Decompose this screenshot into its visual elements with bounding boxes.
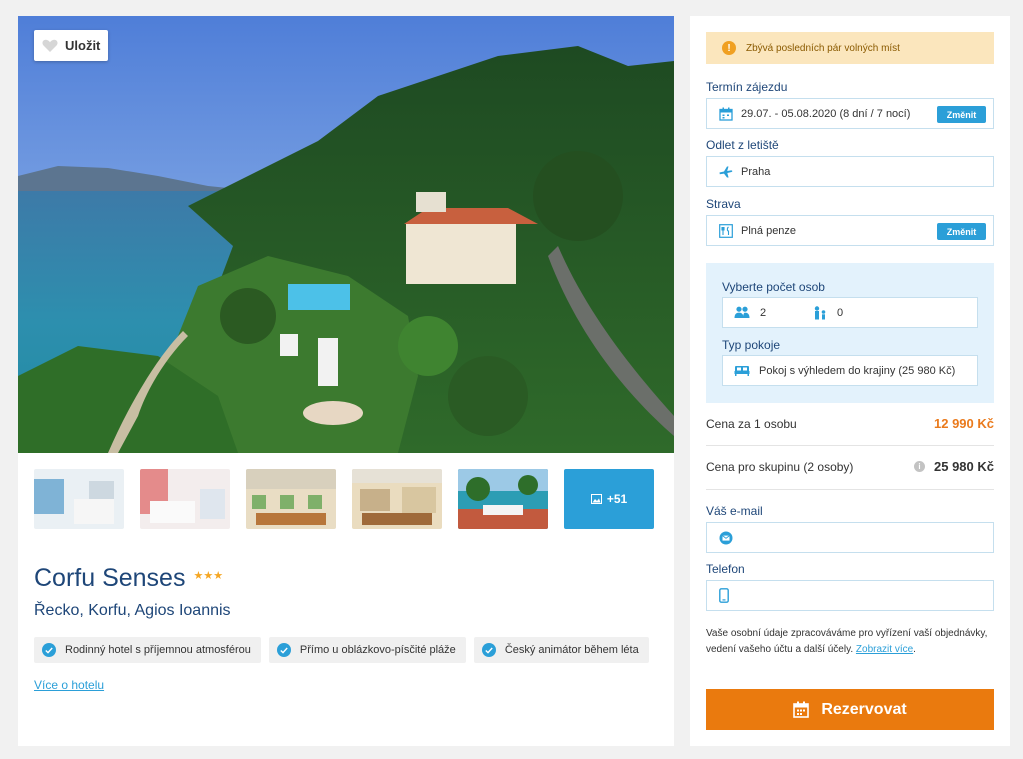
thumbnail-image (140, 469, 230, 529)
cutlery-icon (719, 223, 733, 238)
info-icon[interactable]: i (914, 461, 925, 472)
thumbnail-image (458, 469, 548, 529)
reserve-button[interactable]: Rezervovat (706, 689, 994, 730)
hotel-card: Uložit +51 Corfu Senses ★★★ Řecko, Korfu… (18, 16, 674, 746)
departure-label: Odlet z letiště (706, 138, 779, 152)
persons-selector[interactable]: 2 0 (722, 297, 978, 328)
feature-label: Přímo u oblázkovo-písčité pláže (299, 644, 456, 656)
save-button[interactable]: Uložit (34, 30, 108, 61)
phone-field[interactable] (706, 580, 994, 611)
feature-label: Český animátor během léta (504, 644, 639, 656)
alert-text: Zbývá posledních pár volných míst (746, 42, 900, 54)
thumbnail-restaurant[interactable] (246, 469, 336, 529)
thumbnail-bar[interactable] (352, 469, 442, 529)
price-group-row: Cena pro skupinu (2 osoby) i 25 980 Kč (706, 459, 994, 474)
hotel-photo-image (18, 16, 674, 453)
feature-label: Rodinný hotel s příjemnou atmosférou (65, 644, 251, 656)
room-type-label: Typ pokoje (722, 338, 781, 352)
save-label: Uložit (65, 38, 101, 53)
phone-icon (719, 588, 729, 603)
price-group-value: 25 980 Kč (934, 459, 994, 474)
change-board-button[interactable]: Změnit (937, 223, 986, 240)
hotel-features: Rodinný hotel s příjemnou atmosférou Pří… (34, 637, 649, 663)
feature-item: Přímo u oblázkovo-písčité pláže (268, 637, 466, 663)
heart-icon (42, 39, 58, 52)
check-icon (42, 643, 56, 657)
divider (706, 445, 994, 446)
price-group-label: Cena pro skupinu (2 osoby) (706, 459, 854, 474)
more-photos-button[interactable]: +51 (564, 469, 654, 529)
price-per-person-label: Cena za 1 osobu (706, 416, 797, 431)
thumbnail-image (246, 469, 336, 529)
reserve-label: Rezervovat (821, 700, 907, 718)
thumbnail-image (352, 469, 442, 529)
privacy-notice: Vaše osobní údaje zpracováváme pro vyříz… (706, 626, 994, 657)
email-icon (719, 531, 733, 544)
departure-field[interactable]: Praha (706, 156, 994, 187)
thumbnail-terrace[interactable] (458, 469, 548, 529)
thumbnail-room[interactable] (34, 469, 124, 529)
hotel-main-photo[interactable]: Uložit (18, 16, 674, 453)
change-term-button[interactable]: Změnit (937, 106, 986, 123)
privacy-period: . (913, 643, 916, 655)
persons-label: Vyberte počet osob (722, 280, 825, 294)
departure-value: Praha (741, 165, 771, 178)
thumbnail-image (34, 469, 124, 529)
feature-item: Rodinný hotel s příjemnou atmosférou (34, 637, 261, 663)
email-label: Váš e-mail (706, 504, 763, 518)
calendar-icon (793, 701, 810, 718)
feature-item: Český animátor během léta (473, 637, 649, 663)
adults-count: 2 (760, 306, 767, 319)
adults-icon (734, 306, 750, 318)
check-icon (276, 643, 291, 657)
price-per-person-row: Cena za 1 osobu 12 990 Kč (706, 416, 994, 431)
term-field[interactable]: 29.07. - 05.08.2020 (8 dní / 7 nocí) Změ… (706, 98, 994, 129)
hotel-heading: Corfu Senses ★★★ (34, 564, 223, 593)
board-label: Strava (706, 197, 741, 211)
bed-icon (734, 366, 750, 376)
price-per-person-value: 12 990 Kč (934, 416, 994, 431)
phone-label: Telefon (706, 562, 745, 576)
more-photos-count: +51 (606, 492, 628, 506)
airplane-icon (719, 166, 733, 177)
board-value: Plná penze (741, 224, 797, 237)
thumbnail-bedroom[interactable] (140, 469, 230, 529)
email-field[interactable] (706, 522, 994, 553)
room-selection-box: Vyberte počet osob 2 0 Typ pokoje Pokoj … (706, 263, 994, 403)
children-icon (814, 305, 826, 319)
availability-alert: ! Zbývá posledních pár volných míst (706, 32, 994, 64)
room-type-selector[interactable]: Pokoj s výhledem do krajiny (25 980 Kč) (722, 355, 978, 386)
star-rating: ★★★ (193, 570, 224, 582)
image-icon (590, 494, 602, 504)
hotel-location: Řecko, Korfu, Agios Ioannis (34, 602, 231, 619)
calendar-icon (719, 107, 733, 121)
children-count: 0 (837, 306, 844, 319)
term-value: 29.07. - 05.08.2020 (8 dní / 7 nocí) (741, 107, 911, 120)
warning-icon: ! (722, 41, 736, 55)
photo-thumbnails: +51 (34, 469, 654, 529)
privacy-more-link[interactable]: Zobrazit více (856, 644, 913, 655)
room-type-value: Pokoj s výhledem do krajiny (25 980 Kč) (759, 364, 956, 377)
privacy-text: Vaše osobní údaje zpracováváme pro vyříz… (706, 628, 988, 655)
term-label: Termín zájezdu (706, 80, 788, 94)
board-field[interactable]: Plná penze Změnit (706, 215, 994, 246)
divider (706, 489, 994, 490)
hotel-name: Corfu Senses (34, 564, 186, 592)
more-about-hotel-link[interactable]: Více o hotelu (34, 678, 104, 692)
booking-panel: ! Zbývá posledních pár volných míst Term… (690, 16, 1010, 746)
check-icon (481, 643, 496, 657)
